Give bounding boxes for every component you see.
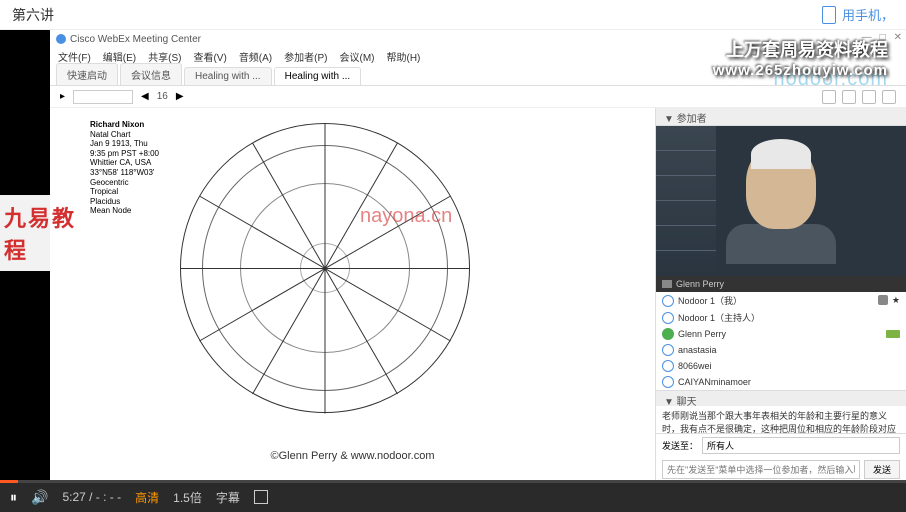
menu-help[interactable]: 帮助(H): [387, 49, 421, 64]
webex-icon: [56, 34, 66, 44]
chart-panel: Richard Nixon Natal Chart Jan 9 1913, Th…: [50, 108, 656, 482]
tab-meeting-info[interactable]: 会议信息: [120, 63, 182, 85]
close-icon[interactable]: ✕: [894, 32, 902, 43]
participants-header[interactable]: ▼ 参加者: [656, 108, 906, 126]
menu-participant[interactable]: 参加者(P): [284, 49, 327, 64]
watermark-top: 上万套周易资料教程 www.265zhouyiw.com: [713, 36, 888, 79]
presenter-video: [656, 126, 906, 276]
list-item[interactable]: Nodoor 1（主持人）: [656, 309, 906, 326]
presenter-silhouette: [726, 144, 836, 269]
webex-body: Richard Nixon Natal Chart Jan 9 1913, Th…: [50, 108, 906, 482]
fullscreen-view-icon[interactable]: [882, 90, 896, 104]
page-top-bar: 第六讲 用手机，: [0, 0, 906, 30]
tab-quickstart[interactable]: 快速启动: [56, 63, 118, 85]
user-icon: [662, 295, 674, 307]
fullscreen-icon[interactable]: [254, 490, 268, 504]
presenter-name: Glenn Perry: [676, 279, 724, 289]
chart-copyright: ©Glenn Perry & www.nodoor.com: [50, 450, 655, 462]
menu-edit[interactable]: 编辑(E): [103, 49, 136, 64]
list-item[interactable]: 8066wei: [656, 358, 906, 374]
webex-window: Cisco WebEx Meeting Center — □ ✕ 文件(F) 编…: [50, 30, 906, 482]
video-player-controls: ⏸ 🔊 5:27 / - : - - 高清 1.5倍 字幕: [0, 482, 906, 512]
list-item[interactable]: anastasia: [656, 342, 906, 358]
subtitle-button[interactable]: 字幕: [216, 489, 240, 506]
star-icon: ★: [892, 295, 900, 306]
watermark-line1: 上万套周易资料教程: [713, 36, 888, 62]
chart-place: Whittier CA, USA: [90, 158, 159, 168]
toolbar-view-icons: [822, 90, 896, 104]
fit-icon[interactable]: [862, 90, 876, 104]
chat-messages: 老师刚说当那个跟大事年表相关的年龄和主要行星的意义时，我有点不是很确定，这种把周…: [656, 406, 906, 433]
list-item[interactable]: CAIYANminamoer: [656, 374, 906, 390]
volume-icon[interactable]: 🔊: [31, 489, 48, 506]
chat-send-row: 发送至： 所有人: [656, 433, 906, 457]
send-to-label: 发送至：: [662, 439, 698, 452]
chart-date: Jan 9 1913, Thu: [90, 139, 159, 149]
toolbar-arrow-icon[interactable]: ▸: [60, 91, 65, 102]
mobile-hint-text: 用手机，: [842, 5, 894, 24]
chart-time: 9:35 pm PST +8:00: [90, 149, 159, 159]
page-prev-icon[interactable]: ◀: [141, 91, 149, 102]
user-icon: [662, 360, 674, 372]
chart-coords: 33°N58' 118°W03': [90, 168, 159, 178]
page-next-icon[interactable]: ▶: [176, 91, 184, 102]
tab-healing-2[interactable]: Healing with ...: [274, 67, 362, 85]
chart-node: Mean Node: [90, 206, 159, 216]
chat-header[interactable]: ▼ 聊天: [656, 390, 906, 406]
chart-person-name: Richard Nixon: [90, 120, 159, 130]
chart-houses: Placidus: [90, 197, 159, 207]
chart-zodiac: Tropical: [90, 187, 159, 197]
watermark-line2: www.265zhouyiw.com: [713, 62, 888, 79]
send-to-select[interactable]: 所有人: [702, 437, 900, 454]
menu-file[interactable]: 文件(F): [58, 49, 91, 64]
brand-text: 九易教程: [4, 201, 86, 265]
chat-input-row: 发送: [656, 457, 906, 482]
send-button[interactable]: 发送: [864, 460, 900, 479]
quality-button[interactable]: 高清: [135, 489, 159, 506]
menu-view[interactable]: 查看(V): [193, 49, 226, 64]
toolbar-select[interactable]: [73, 90, 133, 104]
participants-list: Nodoor 1（我）★ Nodoor 1（主持人） Glenn Perry a…: [656, 292, 906, 390]
page-title: 第六讲: [12, 5, 54, 25]
mic-icon[interactable]: [878, 295, 888, 305]
menu-audio[interactable]: 音频(A): [239, 49, 272, 64]
right-panel: ▼ 参加者 Glenn Perry Nodoor 1（我）★: [656, 108, 906, 482]
camera-icon: [662, 280, 672, 288]
video-content: Cisco WebEx Meeting Center — □ ✕ 文件(F) 编…: [50, 30, 906, 482]
zoom-in-icon[interactable]: [842, 90, 856, 104]
tab-healing-1[interactable]: Healing with ...: [184, 67, 272, 85]
zoom-out-icon[interactable]: [822, 90, 836, 104]
progress-bar[interactable]: [0, 480, 906, 483]
time-display: 5:27 / - : - -: [62, 490, 121, 504]
chart-system: Geocentric: [90, 178, 159, 188]
pause-icon[interactable]: ⏸: [10, 489, 17, 506]
menu-meeting[interactable]: 会议(M): [340, 49, 375, 64]
chart-info-block: Richard Nixon Natal Chart Jan 9 1913, Th…: [90, 120, 159, 216]
phone-icon: [822, 6, 836, 24]
menu-share[interactable]: 共享(S): [148, 49, 181, 64]
video-player-area: 九易教程 Cisco WebEx Meeting Center — □ ✕ 文件…: [0, 30, 906, 482]
chart-type: Natal Chart: [90, 130, 159, 140]
page-number: 16: [157, 91, 168, 102]
user-icon: [662, 344, 674, 356]
list-item[interactable]: Glenn Perry: [656, 326, 906, 342]
camera-badge-icon[interactable]: [886, 330, 900, 338]
video-name-bar: Glenn Perry: [656, 276, 906, 292]
webex-title-text: Cisco WebEx Meeting Center: [70, 34, 201, 45]
brand-overlay: 九易教程: [0, 195, 90, 271]
list-item[interactable]: Nodoor 1（我）★: [656, 292, 906, 309]
mobile-link[interactable]: 用手机，: [822, 5, 894, 24]
user-icon: [662, 376, 674, 388]
watermark-center: nayona.cn: [360, 205, 452, 228]
chat-input[interactable]: [662, 460, 860, 479]
astro-wheel: [180, 123, 470, 413]
user-icon: [662, 312, 674, 324]
speed-button[interactable]: 1.5倍: [173, 489, 202, 506]
user-icon: [662, 328, 674, 340]
chat-message: 老师刚说当那个跟大事年表相关的年龄和主要行星的意义时，我有点不是很确定，这种把周…: [662, 410, 900, 433]
